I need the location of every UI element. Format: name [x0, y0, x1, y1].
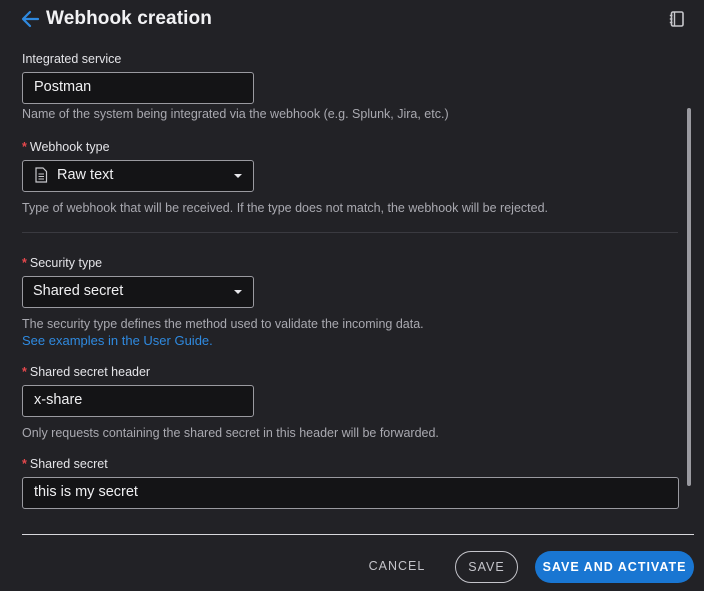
- book-icon[interactable]: [668, 10, 686, 28]
- shared-secret-header-label: * Shared secret header: [22, 365, 151, 379]
- save-and-activate-button[interactable]: SAVE AND ACTIVATE: [535, 551, 694, 583]
- arrow-left-icon[interactable]: [20, 10, 40, 28]
- cancel-button[interactable]: CANCEL: [360, 551, 434, 583]
- header: Webhook creation: [0, 0, 704, 40]
- required-marker: *: [22, 256, 27, 270]
- shared-secret-header-input[interactable]: x-share: [22, 385, 254, 417]
- scrollbar-thumb[interactable]: [687, 108, 691, 486]
- integrated-service-label: Integrated service: [22, 52, 122, 66]
- integrated-service-help: Name of the system being integrated via …: [22, 107, 449, 121]
- integrated-service-value: Postman: [34, 79, 92, 95]
- security-type-help: The security type defines the method use…: [22, 317, 424, 331]
- page-title: Webhook creation: [46, 8, 212, 29]
- webhook-type-label: * Webhook type: [22, 140, 110, 154]
- footer-divider: [22, 534, 694, 535]
- security-type-label: * Security type: [22, 256, 103, 270]
- required-marker: *: [22, 457, 27, 471]
- caret-down-icon: [234, 290, 242, 294]
- security-type-value: Shared secret: [33, 283, 124, 299]
- required-marker: *: [22, 365, 27, 379]
- shared-secret-header-value: x-share: [34, 392, 83, 408]
- webhook-type-value: Raw text: [57, 167, 114, 183]
- webhook-type-help: Type of webhook that will be received. I…: [22, 201, 548, 215]
- user-guide-link[interactable]: See examples in the User Guide.: [22, 333, 213, 348]
- shared-secret-input[interactable]: this is my secret: [22, 477, 679, 509]
- shared-secret-value: this is my secret: [34, 484, 138, 500]
- webhook-type-select[interactable]: Raw text: [22, 160, 254, 192]
- caret-down-icon: [234, 174, 242, 178]
- shared-secret-header-help: Only requests containing the shared secr…: [22, 426, 439, 440]
- required-marker: *: [22, 140, 27, 154]
- section-divider: [22, 232, 678, 233]
- shared-secret-label: * Shared secret: [22, 457, 108, 471]
- integrated-service-input[interactable]: Postman: [22, 72, 254, 104]
- security-type-select[interactable]: Shared secret: [22, 276, 254, 308]
- document-icon: [35, 167, 48, 183]
- save-button[interactable]: SAVE: [455, 551, 518, 583]
